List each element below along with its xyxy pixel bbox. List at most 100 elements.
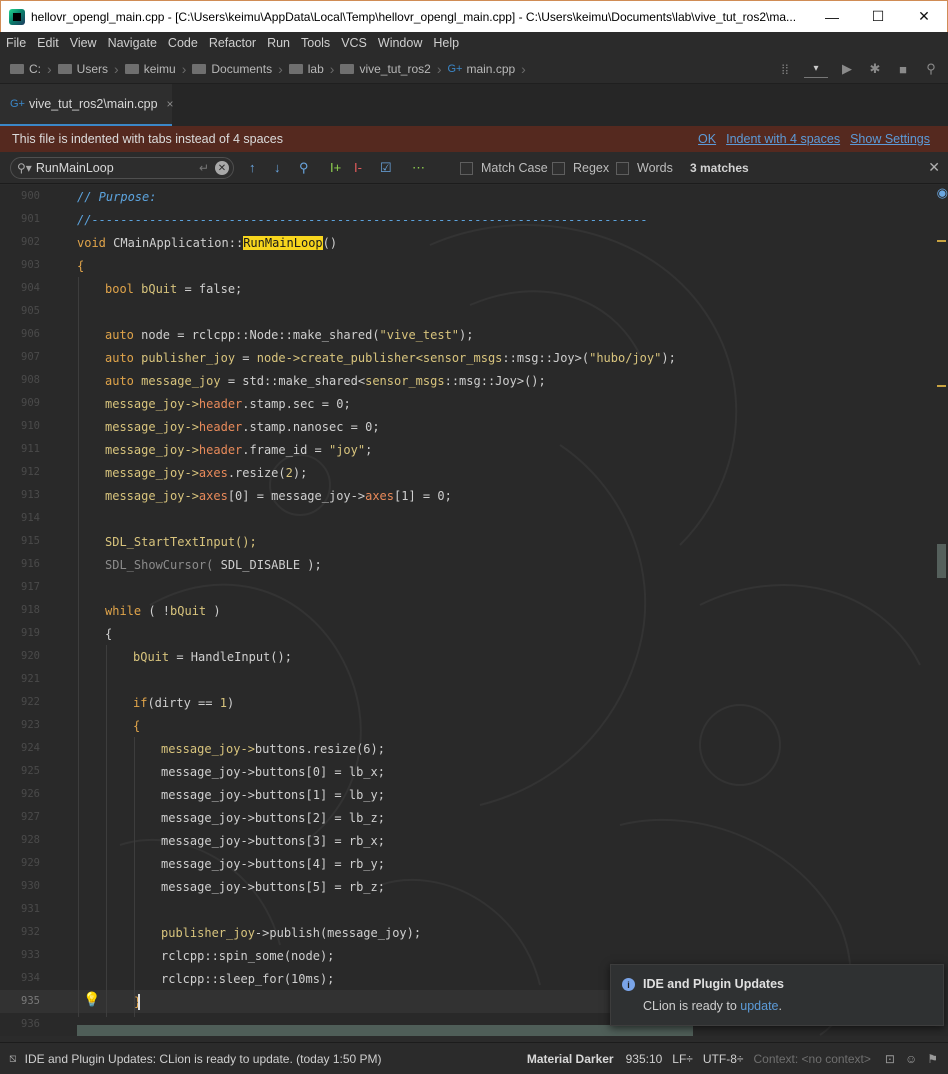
words-checkbox[interactable]: Words [616,161,673,175]
checkbox-box[interactable] [460,161,473,175]
indent-with-spaces-link[interactable]: Indent with 4 spaces [726,132,840,146]
maximize-button[interactable]: ☐ [855,1,901,32]
match-marker[interactable] [937,240,946,242]
match-marker[interactable] [937,385,946,387]
code-line: message_joy->header.stamp.nanosec = 0; [105,416,380,439]
checkbox-label: Words [637,161,673,175]
previous-occurrence-icon[interactable]: ↑ [249,160,256,175]
encoding-selector[interactable]: UTF-8÷ [703,1052,744,1066]
breadcrumb-keimu[interactable]: keimu › [124,61,186,77]
checkbox-box[interactable] [552,161,565,175]
debug-icon[interactable]: ✱ [866,60,884,78]
tool-windows-icon[interactable]: ⧅ [9,1051,17,1066]
code-token: message_joy [133,374,221,388]
horizontal-scrollbar[interactable] [77,1025,693,1036]
code-token: [1] = 0; [394,489,452,503]
status-message[interactable]: IDE and Plugin Updates: CLion is ready t… [25,1052,527,1066]
code-line: bool bQuit = false; [105,278,242,301]
menu-view[interactable]: View [70,36,97,50]
eye-icon[interactable]: ◉ [937,185,948,201]
code-line: message_joy->axes.resize(2); [105,462,307,485]
run-config-dropdown[interactable]: ▾ [804,60,828,78]
search-input[interactable]: ⚲▾ RunMainLoop ↵ ✕ [10,157,234,179]
clear-search-icon[interactable]: ✕ [215,161,229,175]
select-all-occurrences-icon[interactable]: ☑ [380,160,392,176]
banner-ok-link[interactable]: OK [698,132,716,146]
breadcrumb-drive[interactable]: C: › [10,61,52,77]
search-everywhere-icon[interactable]: ⚲ [922,60,940,78]
close-tab-icon[interactable]: × [167,97,174,111]
menu-file[interactable]: File [6,36,26,50]
run-icon[interactable]: ▶ [838,60,856,78]
menu-tools[interactable]: Tools [301,36,330,50]
code-line: message_joy->buttons[2] = lb_z; [161,811,385,825]
stop-icon[interactable]: ■ [894,60,912,78]
line-number: 911 [21,443,40,455]
code-token: node = rclcpp::Node::make_shared( [133,328,380,342]
show-settings-link[interactable]: Show Settings [850,132,930,146]
vertical-scrollbar-thumb[interactable] [937,544,946,578]
regex-checkbox[interactable]: Regex [552,161,609,175]
find-all-icon[interactable]: ⚲ [299,160,309,176]
caret-position[interactable]: 935:10 [626,1052,663,1066]
code-token: CMainApplication:: [105,236,244,250]
search-icon: ⚲▾ [17,161,32,175]
menu-vcs[interactable]: VCS [341,36,367,50]
menu-help[interactable]: Help [433,36,459,50]
close-find-icon[interactable]: ✕ [928,159,940,176]
notification-text: . [778,999,782,1013]
code-line: message_joy->header.frame_id = "joy"; [105,439,372,462]
checkbox-box[interactable] [616,161,629,175]
lock-icon[interactable]: ⊡ [885,1052,895,1066]
update-link[interactable]: update [740,999,778,1013]
next-occurrence-icon[interactable]: ↓ [274,160,281,175]
breadcrumb-label: Users [76,61,109,76]
code-token: auto [105,328,134,342]
theme-indicator[interactable]: Material Darker [527,1052,614,1066]
line-number: 920 [21,650,40,662]
line-number: 921 [21,673,40,685]
folder-icon [10,63,24,74]
breadcrumb-users[interactable]: Users › [57,61,119,77]
minimize-button[interactable]: — [809,1,855,32]
breadcrumb-project[interactable]: vive_tut_ros2 › [340,61,441,77]
menu-window[interactable]: Window [378,36,422,50]
code-line: publisher_joy->publish(message_joy); [161,922,421,945]
add-selection-icon[interactable]: I+ [330,160,341,175]
filter-options-icon[interactable]: ⋯ [412,160,425,176]
cpp-file-icon: G+ [447,62,463,75]
inspector-icon[interactable]: ☺ [905,1052,917,1066]
code-token: bQuit [133,650,170,664]
context-selector[interactable]: Context: <no context> [753,1052,870,1066]
breadcrumb-lab[interactable]: lab › [288,61,334,77]
match-case-checkbox[interactable]: Match Case [460,161,548,175]
code-token: SDL_ShowCursor( [105,558,221,572]
search-value[interactable]: RunMainLoop [36,161,199,175]
notifications-icon[interactable]: ⚑ [927,1052,938,1066]
line-number: 925 [21,765,40,777]
lightbulb-icon[interactable]: 💡 [83,991,100,1008]
code-token: auto [105,374,134,388]
code-editor[interactable]: 900 901 902 903 904 905 906 907 908 909 … [0,185,948,1036]
notification-title: IDE and Plugin Updates [643,977,784,991]
line-number: 900 [21,190,40,202]
code-token: ; [343,397,351,411]
line-separator-selector[interactable]: LF÷ [672,1052,693,1066]
line-number: 923 [21,719,40,731]
grid-icon[interactable]: ⁞⁞ [776,60,794,78]
menu-run[interactable]: Run [267,36,290,50]
cpp-file-icon: G+ [10,98,25,110]
tab-main-cpp[interactable]: G+ vive_tut_ros2\main.cpp × [0,84,174,126]
menu-code[interactable]: Code [168,36,198,50]
menu-refactor[interactable]: Refactor [209,36,256,50]
breadcrumb-file[interactable]: G+ main.cpp › [447,61,525,77]
code-token: node->create_publisher [256,351,416,365]
remove-selection-icon[interactable]: I- [354,160,362,175]
code-content[interactable]: // Purpose: //--------------------------… [77,185,676,1009]
menu-navigate[interactable]: Navigate [108,36,157,50]
line-number: 931 [21,903,40,915]
close-window-button[interactable]: ✕ [901,1,947,32]
breadcrumb-documents[interactable]: Documents › [192,61,283,77]
menu-edit[interactable]: Edit [37,36,59,50]
code-token: ) [226,696,235,710]
